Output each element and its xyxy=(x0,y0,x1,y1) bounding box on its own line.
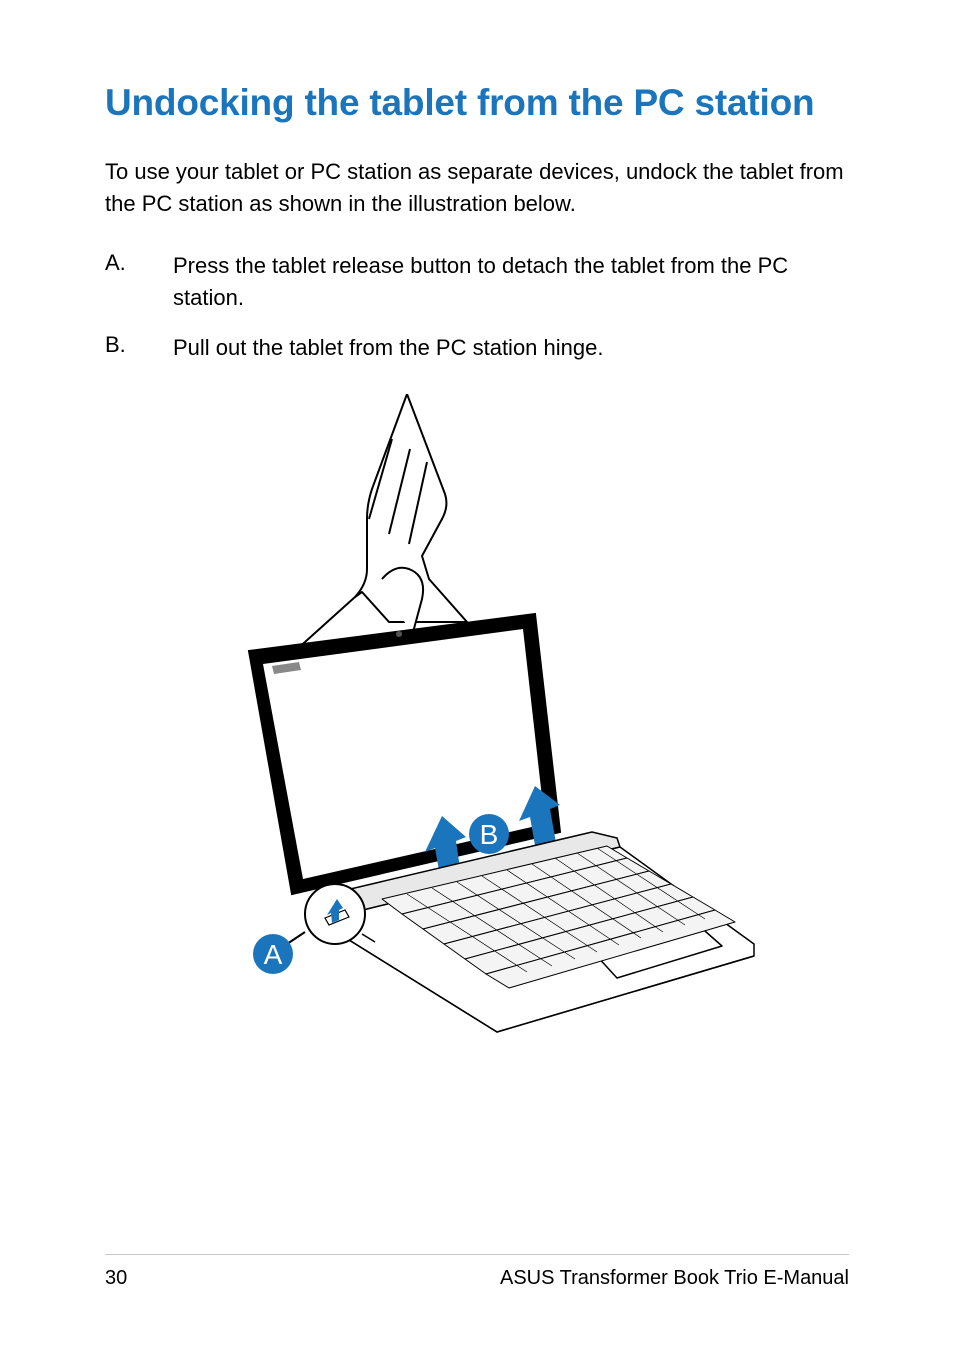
hand-icon xyxy=(295,394,467,651)
step-list: A. Press the tablet release button to de… xyxy=(105,250,849,364)
callout-a-label: A xyxy=(264,939,283,970)
callout-a-icon: A xyxy=(253,932,305,974)
list-item: A. Press the tablet release button to de… xyxy=(105,250,849,314)
intro-paragraph: To use your tablet or PC station as sepa… xyxy=(105,156,849,220)
page-number: 30 xyxy=(105,1267,127,1290)
list-item: B. Pull out the tablet from the PC stati… xyxy=(105,332,849,364)
manual-title: ASUS Transformer Book Trio E-Manual xyxy=(500,1267,849,1290)
page-footer: 30 ASUS Transformer Book Trio E-Manual xyxy=(105,1254,849,1290)
step-label: A. xyxy=(105,250,173,314)
step-label: B. xyxy=(105,332,173,364)
illustration: B xyxy=(105,394,849,1034)
step-text: Press the tablet release button to detac… xyxy=(173,250,849,314)
release-button-detail-icon xyxy=(305,884,365,944)
callout-b-icon: B xyxy=(469,814,509,854)
step-text: Pull out the tablet from the PC station … xyxy=(173,332,603,364)
undock-illustration-svg: B xyxy=(197,394,757,1034)
page-title: Undocking the tablet from the PC station xyxy=(105,80,849,126)
callout-b-label: B xyxy=(480,819,499,850)
